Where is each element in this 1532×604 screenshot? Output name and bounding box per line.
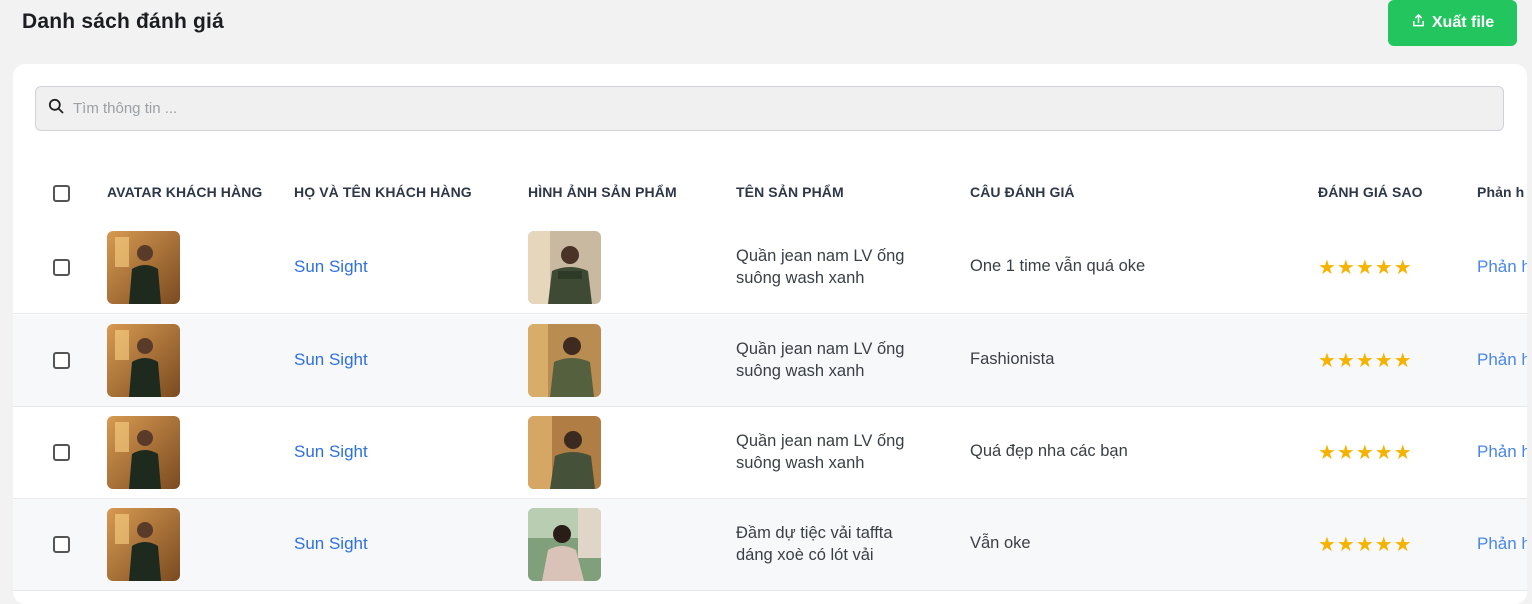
row-checkbox[interactable]	[53, 444, 70, 461]
export-button-label: Xuất file	[1431, 14, 1495, 31]
product-image	[528, 231, 601, 304]
table-row: Sun Sight Quần jean nam LV ống suông was…	[13, 222, 1527, 314]
column-header-avatar: AVATAR KHÁCH HÀNG	[107, 184, 263, 200]
column-header-product-name: TÊN SẢN PHẨM	[736, 184, 844, 200]
reply-link[interactable]: Phản h	[1477, 257, 1527, 277]
table-row: Sun Sight Quần jean nam LV ống suông was…	[13, 407, 1527, 499]
row-checkbox[interactable]	[53, 536, 70, 553]
column-header-product-image: HÌNH ẢNH SẢN PHẨM	[528, 184, 677, 200]
product-name: Quần jean nam LV ống suông wash xanh	[736, 340, 905, 380]
star-rating: ★★★★★	[1318, 534, 1413, 556]
review-text: Vẫn oke	[970, 534, 1031, 552]
customer-avatar	[107, 508, 180, 581]
customer-avatar	[107, 324, 180, 397]
reviews-card: AVATAR KHÁCH HÀNG HỌ VÀ TÊN KHÁCH HÀNG H…	[13, 64, 1527, 604]
row-checkbox[interactable]	[53, 352, 70, 369]
product-name: Quần jean nam LV ống suông wash xanh	[736, 432, 905, 472]
product-image	[528, 324, 601, 397]
star-rating: ★★★★★	[1318, 257, 1413, 279]
product-name: Đầm dự tiệc vải taffta dáng xoè có lót v…	[736, 524, 893, 564]
upload-icon	[1411, 13, 1426, 33]
search-input[interactable]	[73, 100, 1473, 117]
table-row: Sun Sight Đầm dự tiệc vải taffta dáng xo…	[13, 499, 1527, 591]
review-text: One 1 time vẫn quá oke	[970, 257, 1146, 275]
customer-name-link[interactable]: Sun Sight	[294, 257, 368, 277]
table-row: Sun Sight Quần jean nam LV ống suông was…	[13, 315, 1527, 407]
column-header-review: CÂU ĐÁNH GIÁ	[970, 184, 1075, 200]
product-image	[528, 508, 601, 581]
table-header: AVATAR KHÁCH HÀNG HỌ VÀ TÊN KHÁCH HÀNG H…	[13, 170, 1527, 216]
search-bar[interactable]	[35, 86, 1504, 131]
customer-name-link[interactable]: Sun Sight	[294, 534, 368, 554]
reply-link[interactable]: Phản h	[1477, 534, 1527, 554]
row-checkbox[interactable]	[53, 259, 70, 276]
customer-name-link[interactable]: Sun Sight	[294, 442, 368, 462]
column-header-star-rating: ĐÁNH GIÁ SAO	[1318, 184, 1423, 200]
review-text: Quá đẹp nha các bạn	[970, 442, 1128, 460]
customer-avatar	[107, 231, 180, 304]
reply-link[interactable]: Phản h	[1477, 442, 1527, 462]
column-header-reply: Phản h	[1477, 184, 1525, 200]
product-image	[528, 416, 601, 489]
search-icon	[48, 98, 64, 119]
star-rating: ★★★★★	[1318, 442, 1413, 464]
export-file-button[interactable]: Xuất file	[1388, 0, 1517, 46]
customer-name-link[interactable]: Sun Sight	[294, 350, 368, 370]
customer-avatar	[107, 416, 180, 489]
star-rating: ★★★★★	[1318, 350, 1413, 372]
select-all-checkbox[interactable]	[53, 185, 70, 202]
column-header-customer-name: HỌ VÀ TÊN KHÁCH HÀNG	[294, 184, 472, 200]
page-title: Danh sách đánh giá	[22, 10, 224, 33]
review-text: Fashionista	[970, 350, 1055, 368]
reply-link[interactable]: Phản h	[1477, 350, 1527, 370]
product-name: Quần jean nam LV ống suông wash xanh	[736, 247, 905, 287]
